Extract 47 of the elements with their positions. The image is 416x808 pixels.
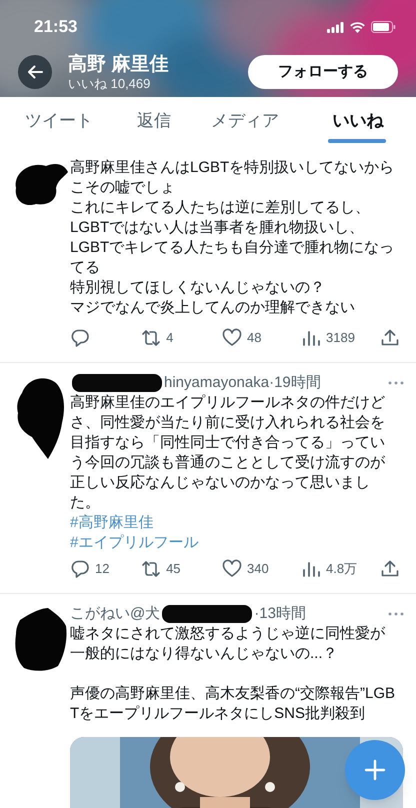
reply-button[interactable]: 12 — [70, 559, 142, 579]
bar-chart-icon — [301, 559, 322, 579]
tweet-text: これにキレてる人たちは逆に差別してるし、 — [70, 198, 371, 218]
tab[interactable]: メディア — [190, 97, 300, 145]
tweet-text: 声優の高野麻里佳、高木友梨香の“交際報告”LGBTをエープリルフールネタにしSNS批判殺到 — [70, 684, 395, 724]
likes-count: いいね 10,469 — [68, 76, 152, 90]
heart-icon — [222, 328, 242, 348]
tweet-text: LGBTでキレてる人たちも自分達で腫れ物になってる — [70, 238, 395, 278]
status-time: 21:53 — [34, 16, 78, 38]
tweet-time: ·13時間 — [254, 604, 306, 624]
back-arrow-icon — [27, 65, 43, 79]
hashtag-link[interactable]: #高野麻里佳 — [70, 513, 154, 533]
heart-button[interactable]: 48 — [222, 328, 302, 348]
profile-name: 高野 麻里佳 — [68, 54, 168, 76]
share-button[interactable] — [380, 559, 400, 579]
tweet-text: 高野麻里佳さんはLGBTを特別扱いしてないからこその嘘でしょ — [70, 158, 395, 198]
tab[interactable]: ツイート — [0, 97, 118, 145]
tab[interactable]: いいね — [300, 97, 416, 145]
tweet-text: マジでなんで炎上してんのか理解できない — [70, 298, 356, 318]
retweet-icon — [141, 328, 162, 348]
retweet-button[interactable]: 4 — [141, 328, 222, 348]
heart-button[interactable]: 340 — [222, 559, 302, 579]
bar-chart-icon — [301, 328, 322, 348]
follow-button[interactable]: フォローする — [248, 55, 398, 89]
heart-icon — [222, 559, 242, 579]
signal-icon — [327, 22, 344, 32]
tweet-time: ·19時間 — [269, 372, 321, 393]
share-button[interactable] — [380, 328, 400, 348]
share-icon — [380, 559, 400, 579]
retweet-button[interactable]: 45 — [141, 559, 222, 579]
tweet-text: LGBTではない人は当事者を腫れ物扱いし、 — [70, 218, 366, 238]
bar-chart-button[interactable]: 3189 — [301, 328, 380, 348]
tweet-text: 嘘ネタにされて激怒するようじゃ逆に同性愛が一般的にはなり得ないんじゃないの...？ — [70, 624, 386, 664]
share-icon — [380, 328, 400, 348]
user-handle: こがねい@犬 — [70, 604, 160, 624]
battery-icon — [371, 21, 396, 33]
reply-icon — [70, 328, 90, 348]
tweet-text: 高野麻里佳のエイプリルフールネタの件だけどさ、同性愛が当たり前に受け入れられる社会を目指すなら「同性同士で付き合ってる」っていう今回の冗談も普通のこととして受け流すのが正しい反応なんじゃないのかなって思いました。 — [70, 393, 386, 513]
tab[interactable]: 返信 — [118, 97, 190, 145]
bar-chart-button[interactable]: 4.8万 — [301, 559, 380, 579]
tweet-text: 特別視してほしくないんじゃないの？ — [70, 278, 326, 298]
wifi-icon — [350, 22, 365, 32]
reply-icon — [70, 559, 90, 579]
retweet-icon — [141, 559, 162, 579]
hashtag-link[interactable]: #エイプリルフール — [70, 533, 198, 553]
plus-icon — [364, 759, 386, 781]
user-handle: hinyamayonaka — [164, 372, 270, 393]
